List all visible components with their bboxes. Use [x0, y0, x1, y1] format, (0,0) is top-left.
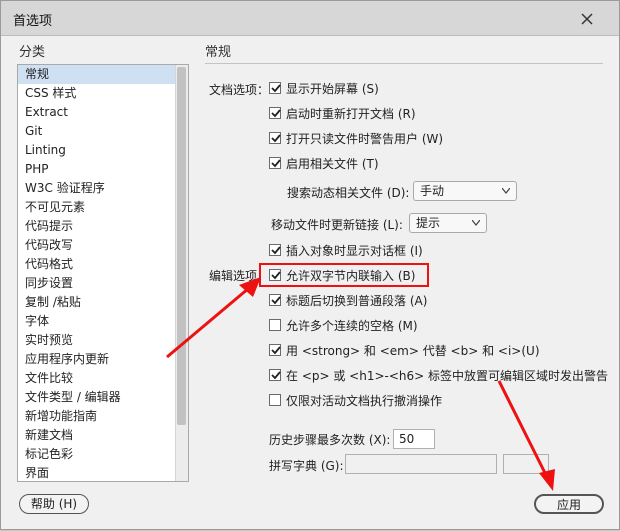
insert-dialog-option[interactable]: 插入对象时显示对话框 (I)	[269, 241, 423, 259]
category-scrollbar[interactable]	[175, 65, 188, 481]
sidebar-item[interactable]: 代码提示	[18, 217, 188, 236]
option-row[interactable]: 仅限对活动文档执行撤消操作	[269, 391, 442, 409]
checkbox[interactable]	[269, 394, 281, 406]
checkbox[interactable]	[269, 244, 281, 256]
sidebar-item[interactable]: 代码改写	[18, 236, 188, 255]
close-icon[interactable]	[579, 11, 595, 27]
annotation-highlight-box	[259, 263, 429, 287]
update-links-label: 移动文件时更新链接 (L):	[271, 218, 403, 232]
preferences-dialog: 首选项 分类 常规 CSS 样式 Extract Git Linting PHP W3C 验…	[0, 0, 620, 530]
sidebar-item[interactable]: 文件比较	[18, 369, 188, 388]
sidebar-item[interactable]: W3C 验证程序	[18, 179, 188, 198]
update-links-select[interactable]: 提示	[409, 213, 487, 233]
sidebar-item[interactable]: 新增功能指南	[18, 407, 188, 426]
spell-dictionary-extra[interactable]	[503, 454, 549, 474]
sidebar-item[interactable]: 不可见元素	[18, 198, 188, 217]
option-row[interactable]: 启动时重新打开文档 (R)	[269, 104, 416, 122]
sidebar-item[interactable]: 标记色彩	[18, 445, 188, 464]
option-row[interactable]: 打开只读文件时警告用户 (W)	[269, 129, 443, 147]
option-row[interactable]: 允许多个连续的空格 (M)	[269, 316, 418, 334]
sidebar-item[interactable]: 界面	[18, 464, 188, 481]
apply-button[interactable]: 应用	[534, 494, 604, 514]
scrollbar-thumb[interactable]	[177, 67, 186, 425]
option-label: 在 <p> 或 <h1>-<h6> 标签中放置可编辑区域时发出警告	[286, 368, 609, 383]
sidebar-item[interactable]: 文件类型 / 编辑器	[18, 388, 188, 407]
section-divider	[205, 63, 603, 64]
sidebar-item[interactable]: 常规	[18, 65, 188, 84]
sidebar-item[interactable]: 复制 /粘贴	[18, 293, 188, 312]
spell-label: 拼写字典 (G):	[269, 459, 344, 473]
sidebar-item[interactable]: 新建文档	[18, 426, 188, 445]
checkbox[interactable]	[269, 157, 281, 169]
sidebar-item[interactable]: 应用程序内更新	[18, 350, 188, 369]
search-related-value: 手动	[420, 184, 445, 198]
checkbox[interactable]	[269, 82, 281, 94]
category-list[interactable]: 常规 CSS 样式 Extract Git Linting PHP W3C 验证程序 不可见元…	[17, 64, 189, 482]
option-label: 用 <strong> 和 <em> 代替 <b> 和 <i>(U)	[286, 343, 540, 358]
history-value: 50	[399, 432, 415, 446]
arrow-to-apply	[497, 380, 555, 491]
sidebar-item[interactable]: PHP	[18, 160, 188, 179]
option-label: 仅限对活动文档执行撤消操作	[286, 393, 443, 408]
sidebar-item[interactable]: Linting	[18, 141, 188, 160]
option-row[interactable]: 在 <p> 或 <h1>-<h6> 标签中放置可编辑区域时发出警告	[269, 366, 608, 384]
checkbox[interactable]	[269, 107, 281, 119]
option-row[interactable]: 用 <strong> 和 <em> 代替 <b> 和 <i>(U)	[269, 341, 540, 359]
option-label: 标题后切换到普通段落 (A)	[286, 293, 428, 308]
checkbox[interactable]	[269, 319, 281, 331]
option-label: 启用相关文件 (T)	[286, 156, 379, 171]
sidebar-item[interactable]: 代码格式	[18, 255, 188, 274]
dialog-title: 首选项	[13, 14, 53, 29]
option-label: 插入对象时显示对话框 (I)	[286, 243, 423, 258]
search-related-select[interactable]: 手动	[413, 181, 517, 201]
sidebar-item[interactable]: CSS 样式	[18, 84, 188, 103]
option-row[interactable]: 显示开始屏幕 (S)	[269, 79, 379, 97]
checkbox[interactable]	[269, 132, 281, 144]
history-label: 历史步骤最多次数 (X):	[269, 433, 391, 447]
checkbox[interactable]	[269, 369, 281, 381]
help-button[interactable]: 帮助 (H)	[19, 494, 89, 514]
option-row[interactable]: 启用相关文件 (T)	[269, 154, 379, 172]
option-label: 显示开始屏幕 (S)	[286, 81, 379, 96]
search-related-label: 搜索动态相关文件 (D):	[287, 186, 410, 200]
update-links-value: 提示	[416, 216, 441, 230]
sidebar-item[interactable]: Git	[18, 122, 188, 141]
title-bar: 首选项	[1, 1, 619, 36]
sidebar-item[interactable]: 实时预览	[18, 331, 188, 350]
doc-options-label: 文档选项：	[209, 83, 270, 97]
option-label: 启动时重新打开文档 (R)	[286, 106, 416, 121]
history-input[interactable]: 50	[393, 429, 435, 449]
category-label: 分类	[19, 45, 46, 60]
sidebar-item[interactable]: 同步设置	[18, 274, 188, 293]
section-title: 常规	[205, 45, 232, 60]
sidebar-item[interactable]: Extract	[18, 103, 188, 122]
option-label: 允许多个连续的空格 (M)	[286, 318, 418, 333]
checkbox[interactable]	[269, 294, 281, 306]
checkbox[interactable]	[269, 344, 281, 356]
option-label: 打开只读文件时警告用户 (W)	[286, 131, 444, 146]
chevron-down-icon	[502, 188, 510, 194]
sidebar-item[interactable]: 字体	[18, 312, 188, 331]
spell-dictionary-select[interactable]	[345, 454, 497, 474]
chevron-down-icon	[472, 220, 480, 226]
option-row[interactable]: 标题后切换到普通段落 (A)	[269, 291, 427, 309]
